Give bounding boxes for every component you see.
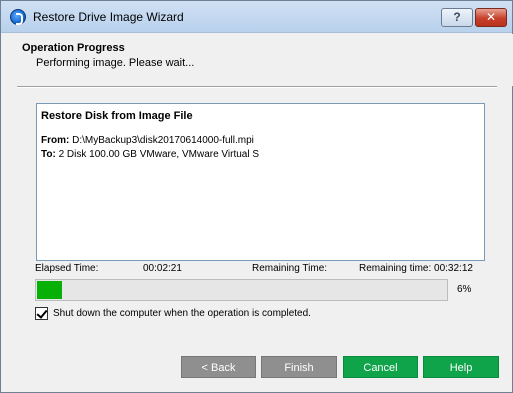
- operation-info-box: Restore Disk from Image File From: D:\My…: [36, 103, 485, 261]
- operation-title: Restore Disk from Image File: [41, 110, 193, 122]
- cancel-button[interactable]: Cancel: [343, 356, 418, 378]
- progress-percent: 6%: [457, 284, 472, 295]
- elapsed-time-value: 00:02:21: [143, 263, 182, 274]
- source-label: From:: [41, 135, 70, 146]
- remaining-time-value: Remaining time: 00:32:12: [359, 263, 473, 274]
- source-line: From: D:\MyBackup3\disk20170614000-full.…: [41, 135, 254, 146]
- header-divider: [17, 86, 497, 88]
- page-subtitle: Performing image. Please wait...: [36, 57, 195, 69]
- shutdown-checkbox[interactable]: [35, 307, 48, 320]
- elapsed-time-label: Elapsed Time:: [35, 263, 99, 274]
- header-panel: Operation Progress Performing image. Ple…: [2, 34, 513, 86]
- destination-line: To: 2 Disk 100.00 GB VMware, VMware Virt…: [41, 149, 259, 160]
- wizard-window: Restore Drive Image Wizard ? ✕ Operation…: [0, 0, 513, 393]
- progress-bar: [35, 279, 448, 301]
- page-title: Operation Progress: [22, 42, 125, 54]
- window-title: Restore Drive Image Wizard: [33, 10, 184, 24]
- title-help-button[interactable]: ?: [441, 8, 473, 27]
- source-path: D:\MyBackup3\disk20170614000-full.mpi: [69, 135, 254, 146]
- close-button[interactable]: ✕: [475, 8, 507, 27]
- app-icon: [10, 9, 26, 25]
- finish-button[interactable]: Finish: [261, 356, 337, 378]
- remaining-time-label: Remaining Time:: [252, 263, 328, 274]
- title-bar[interactable]: Restore Drive Image Wizard ? ✕: [1, 1, 512, 33]
- help-button[interactable]: Help: [423, 356, 499, 378]
- progress-fill: [37, 281, 62, 299]
- back-button[interactable]: < Back: [181, 356, 256, 378]
- shutdown-checkbox-label[interactable]: Shut down the computer when the operatio…: [53, 308, 311, 319]
- destination-disk: 2 Disk 100.00 GB VMware, VMware Virtual …: [55, 149, 260, 160]
- destination-label: To:: [41, 149, 56, 160]
